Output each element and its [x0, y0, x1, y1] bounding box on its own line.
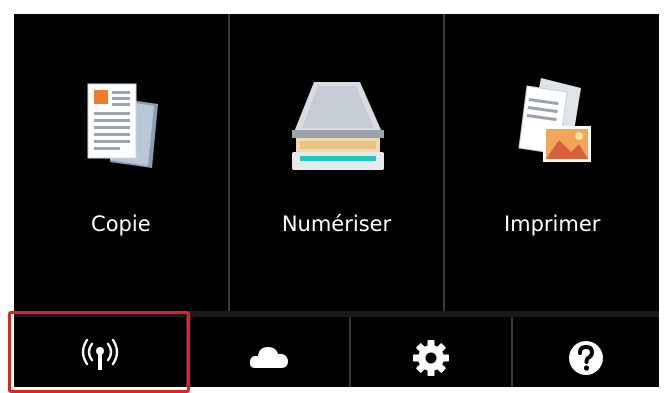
- wireless-lan-button[interactable]: [8, 311, 190, 393]
- scan-label: Numériser: [281, 212, 392, 236]
- copy-icon: [87, 83, 158, 168]
- cloud-icon: [249, 347, 288, 368]
- help-button[interactable]: [513, 317, 659, 387]
- print-button[interactable]: Imprimer: [445, 14, 659, 311]
- wireless-antenna-icon: [81, 338, 119, 370]
- bottom-toolbar: [8, 311, 659, 393]
- copy-button[interactable]: Copie: [14, 14, 230, 311]
- settings-button[interactable]: [351, 317, 513, 387]
- print-label: Imprimer: [503, 212, 601, 236]
- gear-icon: [413, 340, 449, 376]
- help-icon: [569, 341, 603, 375]
- print-icon: [518, 78, 592, 162]
- copy-label: Copie: [91, 212, 151, 236]
- scan-button[interactable]: Numériser: [230, 14, 446, 311]
- printer-home-screen: Copie Numériser Imprimer: [8, 14, 659, 393]
- function-menu: Copie Numériser Imprimer: [14, 14, 659, 311]
- scanner-icon: [291, 82, 384, 170]
- cloud-button[interactable]: [188, 317, 351, 387]
